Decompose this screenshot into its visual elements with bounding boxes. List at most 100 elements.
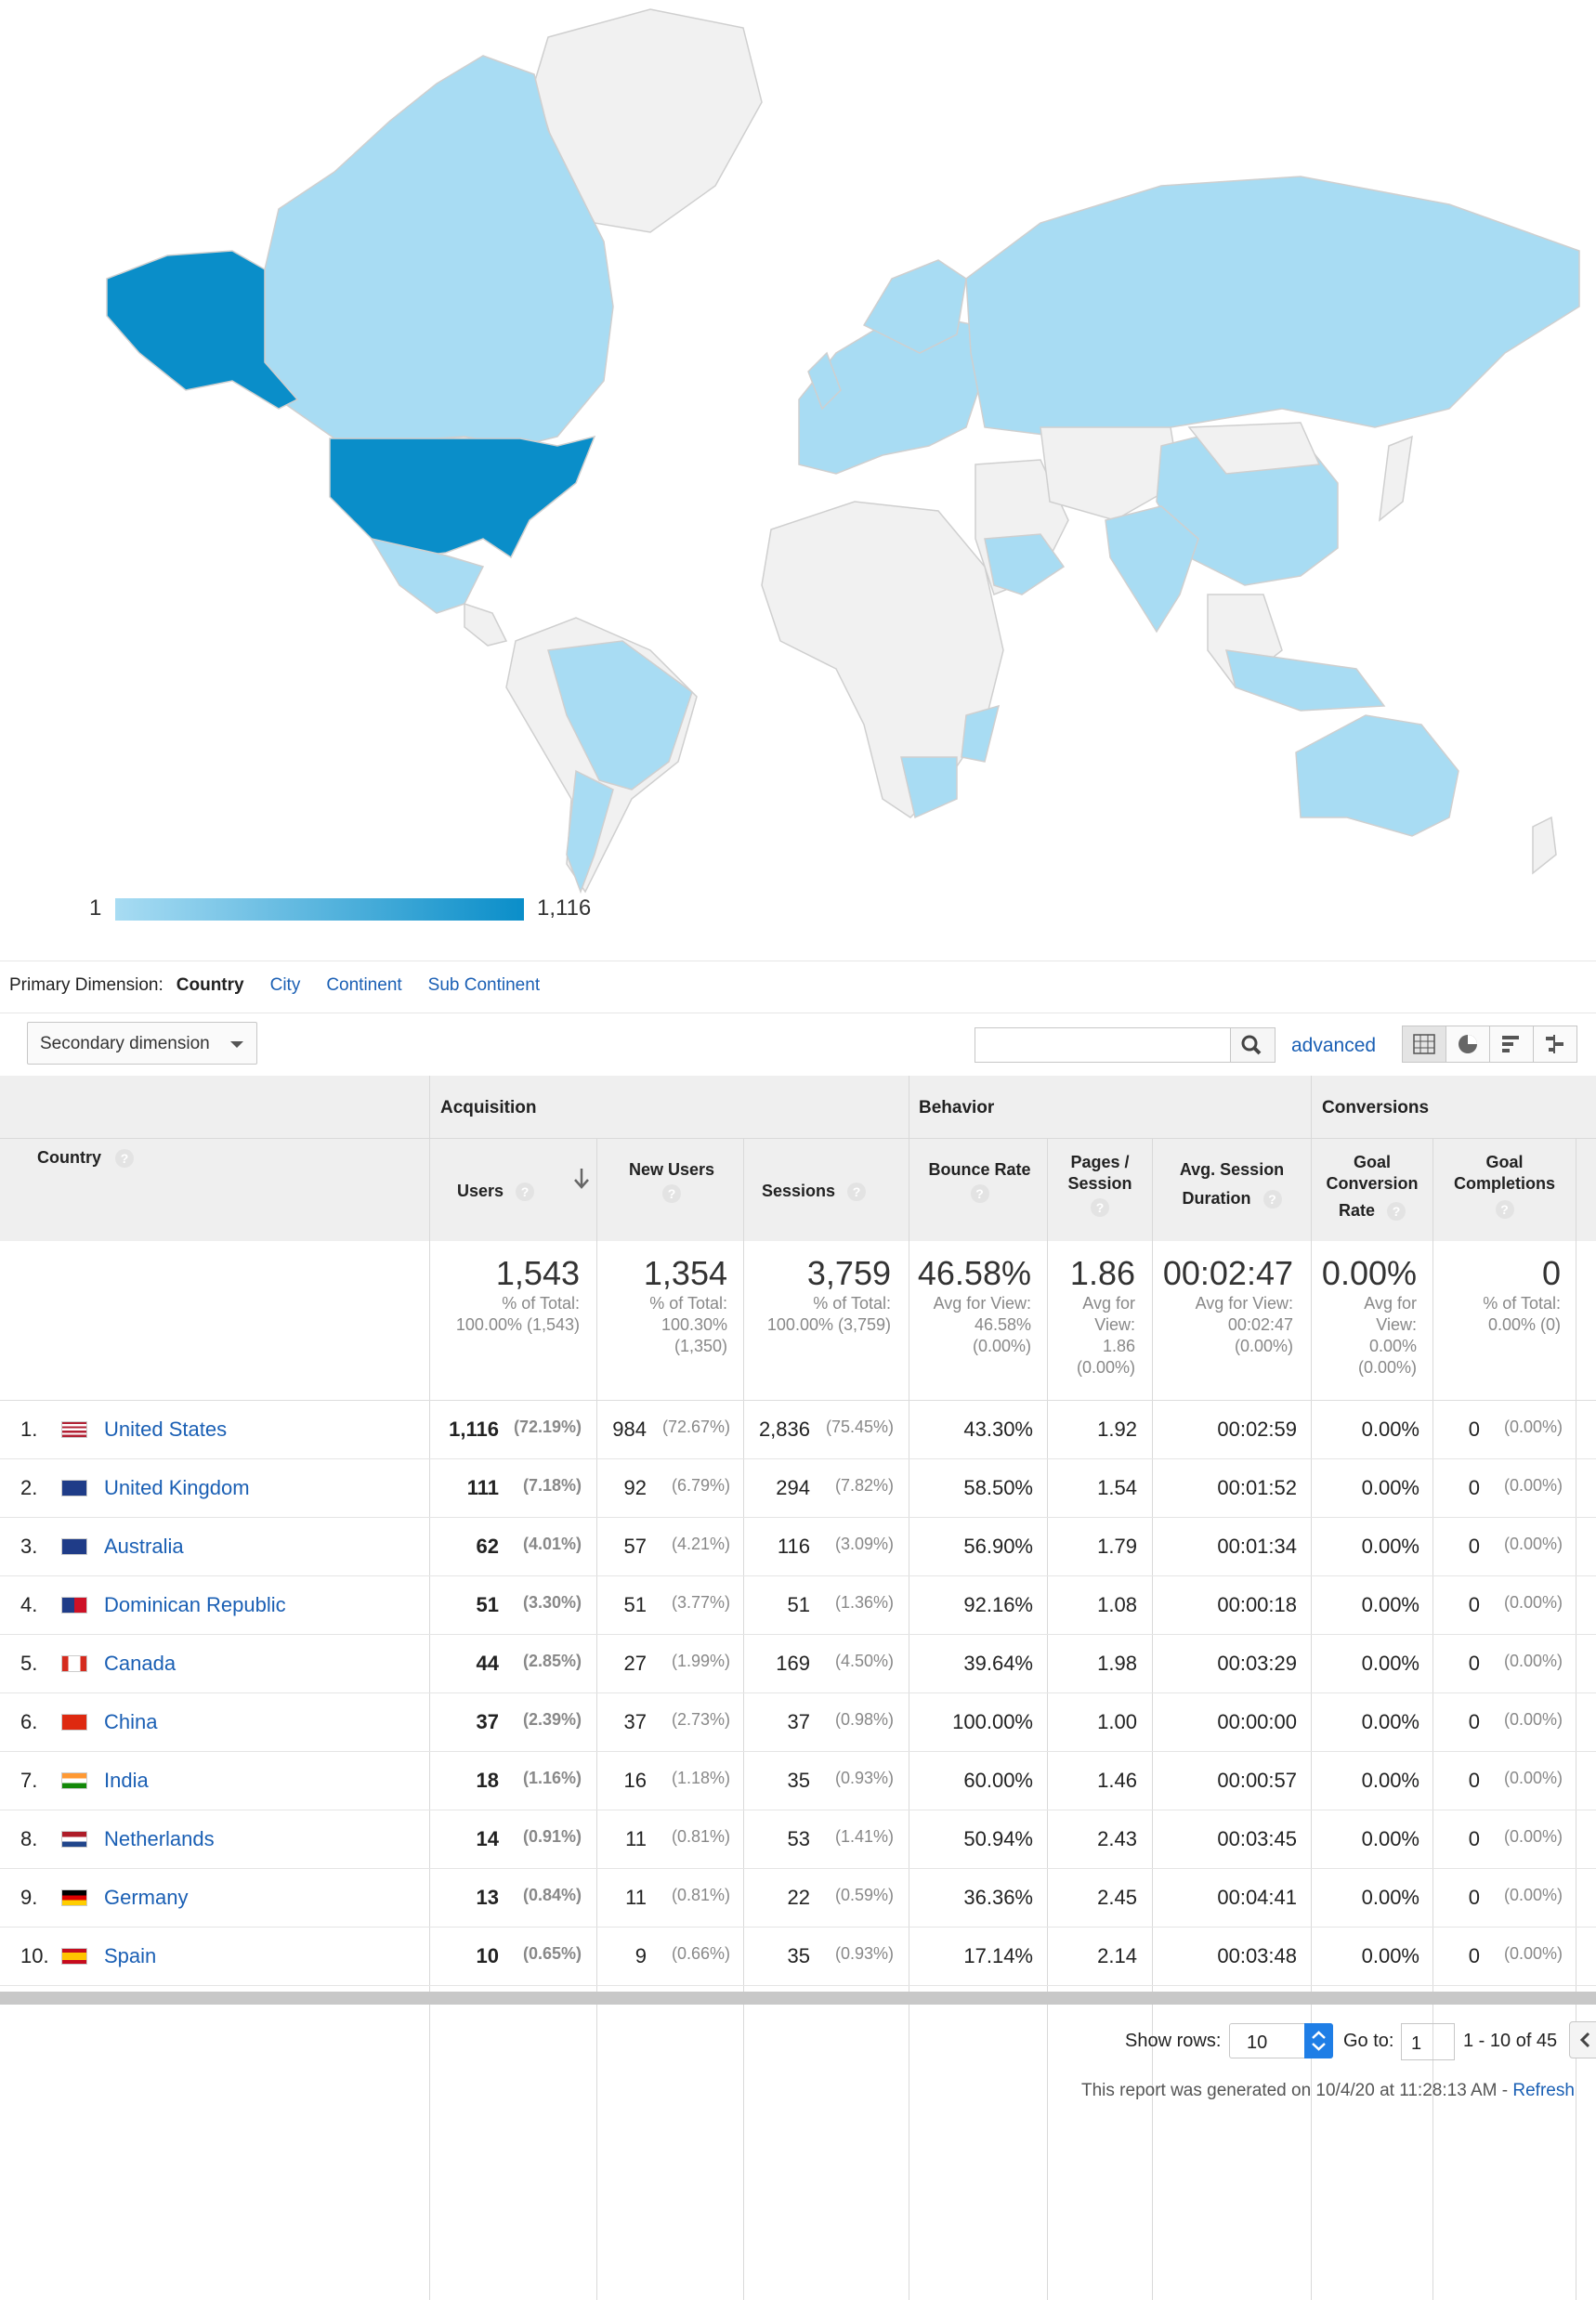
- help-icon[interactable]: ?: [1091, 1198, 1109, 1218]
- help-icon[interactable]: ?: [1262, 1190, 1282, 1209]
- country-link[interactable]: Dominican Republic: [104, 1593, 286, 1617]
- secondary-dimension-dropdown[interactable]: Secondary dimension: [27, 1022, 257, 1065]
- advanced-filter-link[interactable]: advanced: [1291, 1035, 1376, 1057]
- help-icon[interactable]: ?: [662, 1184, 681, 1204]
- goal-conversion-rate: 0.00%: [1361, 1886, 1419, 1909]
- column-header-users[interactable]: Users ?: [457, 1181, 535, 1202]
- es-flag-icon: [61, 1948, 87, 1965]
- help-icon[interactable]: ?: [970, 1184, 989, 1204]
- column-header-pages-session[interactable]: Pages / Session ?: [1048, 1152, 1152, 1218]
- total-users-value: 1,543: [495, 1254, 580, 1292]
- row-index: 5.: [20, 1652, 38, 1675]
- column-header-avg-session-duration[interactable]: Avg. Session Duration ?: [1154, 1159, 1310, 1209]
- table-search-input[interactable]: [975, 1027, 1231, 1063]
- country-link[interactable]: Germany: [104, 1886, 188, 1910]
- sort-descending-icon[interactable]: [572, 1167, 591, 1196]
- bounce-rate: 56.90%: [963, 1535, 1033, 1558]
- world-map[interactable]: 1 1,116: [0, 0, 1596, 938]
- comparison-view-button[interactable]: [1533, 1026, 1577, 1063]
- goto-page-value: 1: [1411, 2033, 1422, 2054]
- pie-view-button[interactable]: [1446, 1026, 1490, 1063]
- help-icon[interactable]: ?: [847, 1183, 867, 1202]
- country-link[interactable]: Netherlands: [104, 1827, 215, 1851]
- country-link[interactable]: India: [104, 1769, 149, 1793]
- table-view-button[interactable]: [1402, 1026, 1446, 1063]
- help-icon[interactable]: ?: [1495, 1200, 1514, 1219]
- region-russia: [965, 176, 1580, 438]
- total-sessions-sub: % of Total:: [813, 1294, 891, 1313]
- bounce-rate: 39.64%: [963, 1652, 1033, 1675]
- total-sessions: 3,759 % of Total: 100.00% (3,759): [767, 1254, 891, 1336]
- column-header-goal-conversion-rate[interactable]: Goal Conversion Rate ?: [1312, 1152, 1432, 1222]
- total-bounce-sub: (0.00%): [972, 1337, 1031, 1355]
- bounce-rate: 100.00%: [952, 1710, 1033, 1733]
- pages-per-session: 1.54: [1097, 1476, 1137, 1499]
- goal-conversion-rate: 0.00%: [1361, 1535, 1419, 1558]
- help-icon[interactable]: ?: [516, 1183, 535, 1202]
- column-header-bounce-rate[interactable]: Bounce Rate ?: [912, 1159, 1047, 1204]
- country-link[interactable]: China: [104, 1710, 157, 1734]
- country-link[interactable]: Australia: [104, 1535, 184, 1559]
- sessions-count: 169: [776, 1652, 810, 1675]
- rows-select-arrows[interactable]: [1304, 2023, 1333, 2058]
- dimension-sub-continent[interactable]: Sub Continent: [428, 975, 540, 996]
- performance-view-button[interactable]: [1489, 1026, 1534, 1063]
- sessions-percent: (0.98%): [834, 1710, 894, 1729]
- comparison-icon: [1546, 1035, 1563, 1053]
- column-header-new-users[interactable]: New Users ?: [602, 1159, 741, 1204]
- column-header-goal-completions[interactable]: Goal Completions ?: [1433, 1152, 1576, 1219]
- grid-icon: [1413, 1034, 1435, 1054]
- region-japan: [1379, 435, 1413, 522]
- country-link[interactable]: United Kingdom: [104, 1476, 250, 1500]
- goal-completions: 0: [1468, 1944, 1480, 1967]
- column-header-country[interactable]: Country ?: [37, 1147, 135, 1169]
- avg-session-duration: 00:01:34: [1217, 1535, 1297, 1558]
- pages-per-session: 1.46: [1097, 1769, 1137, 1792]
- new-users-percent: (1.18%): [671, 1769, 730, 1787]
- new-users-percent: (0.66%): [671, 1944, 730, 1963]
- secondary-dimension-label: Secondary dimension: [40, 1034, 210, 1053]
- sessions-percent: (75.45%): [825, 1418, 894, 1436]
- goto-page-input[interactable]: 1: [1401, 2023, 1455, 2060]
- country-link[interactable]: Canada: [104, 1652, 176, 1676]
- help-icon[interactable]: ?: [115, 1149, 135, 1169]
- search-button[interactable]: [1231, 1027, 1275, 1063]
- new-users-count: 37: [623, 1710, 647, 1733]
- report-generated-note: This report was generated on 10/4/20 at …: [1081, 2081, 1575, 2101]
- rows-per-page-value: 10: [1247, 2032, 1268, 2053]
- pages-header-label-1: Pages /: [1070, 1153, 1130, 1171]
- dimension-city[interactable]: City: [270, 975, 301, 996]
- dimension-country[interactable]: Country: [177, 975, 244, 996]
- new-users-count: 92: [623, 1476, 647, 1499]
- dimension-continent[interactable]: Continent: [326, 975, 401, 996]
- sessions-count: 116: [777, 1535, 810, 1558]
- gcr-header-label-1: Goal: [1353, 1153, 1391, 1171]
- help-icon[interactable]: ?: [1387, 1202, 1406, 1222]
- legend-min: 1: [89, 895, 102, 921]
- horizontal-scrollbar[interactable]: [0, 1992, 1596, 2005]
- row-index: 1.: [20, 1418, 38, 1441]
- legend-gradient-bar: [115, 898, 524, 921]
- sessions-percent: (0.59%): [834, 1886, 894, 1904]
- user-count: 13: [476, 1886, 499, 1909]
- new-users-percent: (4.21%): [671, 1535, 730, 1553]
- user-percent: (4.01%): [522, 1535, 582, 1553]
- country-link[interactable]: United States: [104, 1418, 227, 1442]
- new-users-count: 27: [623, 1652, 647, 1675]
- updown-chevron-icon: [1312, 2031, 1326, 2051]
- sessions-count: 35: [787, 1944, 810, 1967]
- goal-conversion-rate: 0.00%: [1361, 1476, 1419, 1499]
- goal-completions-percent: (0.00%): [1503, 1476, 1563, 1495]
- user-count: 51: [476, 1593, 499, 1616]
- us-flag-icon: [61, 1421, 87, 1438]
- total-gcr-sub: 0.00%: [1368, 1337, 1417, 1355]
- previous-page-button[interactable]: [1569, 2021, 1596, 2058]
- avg-session-duration: 00:03:48: [1217, 1944, 1297, 1967]
- refresh-link[interactable]: Refresh: [1512, 2081, 1575, 2100]
- column-header-sessions[interactable]: Sessions ?: [762, 1181, 867, 1202]
- bounce-rate: 60.00%: [963, 1769, 1033, 1792]
- country-link[interactable]: Spain: [104, 1944, 156, 1968]
- pages-per-session: 1.98: [1097, 1652, 1137, 1675]
- goto-label: Go to:: [1343, 2031, 1394, 2051]
- page-range: 1 - 10 of 45: [1463, 2031, 1558, 2051]
